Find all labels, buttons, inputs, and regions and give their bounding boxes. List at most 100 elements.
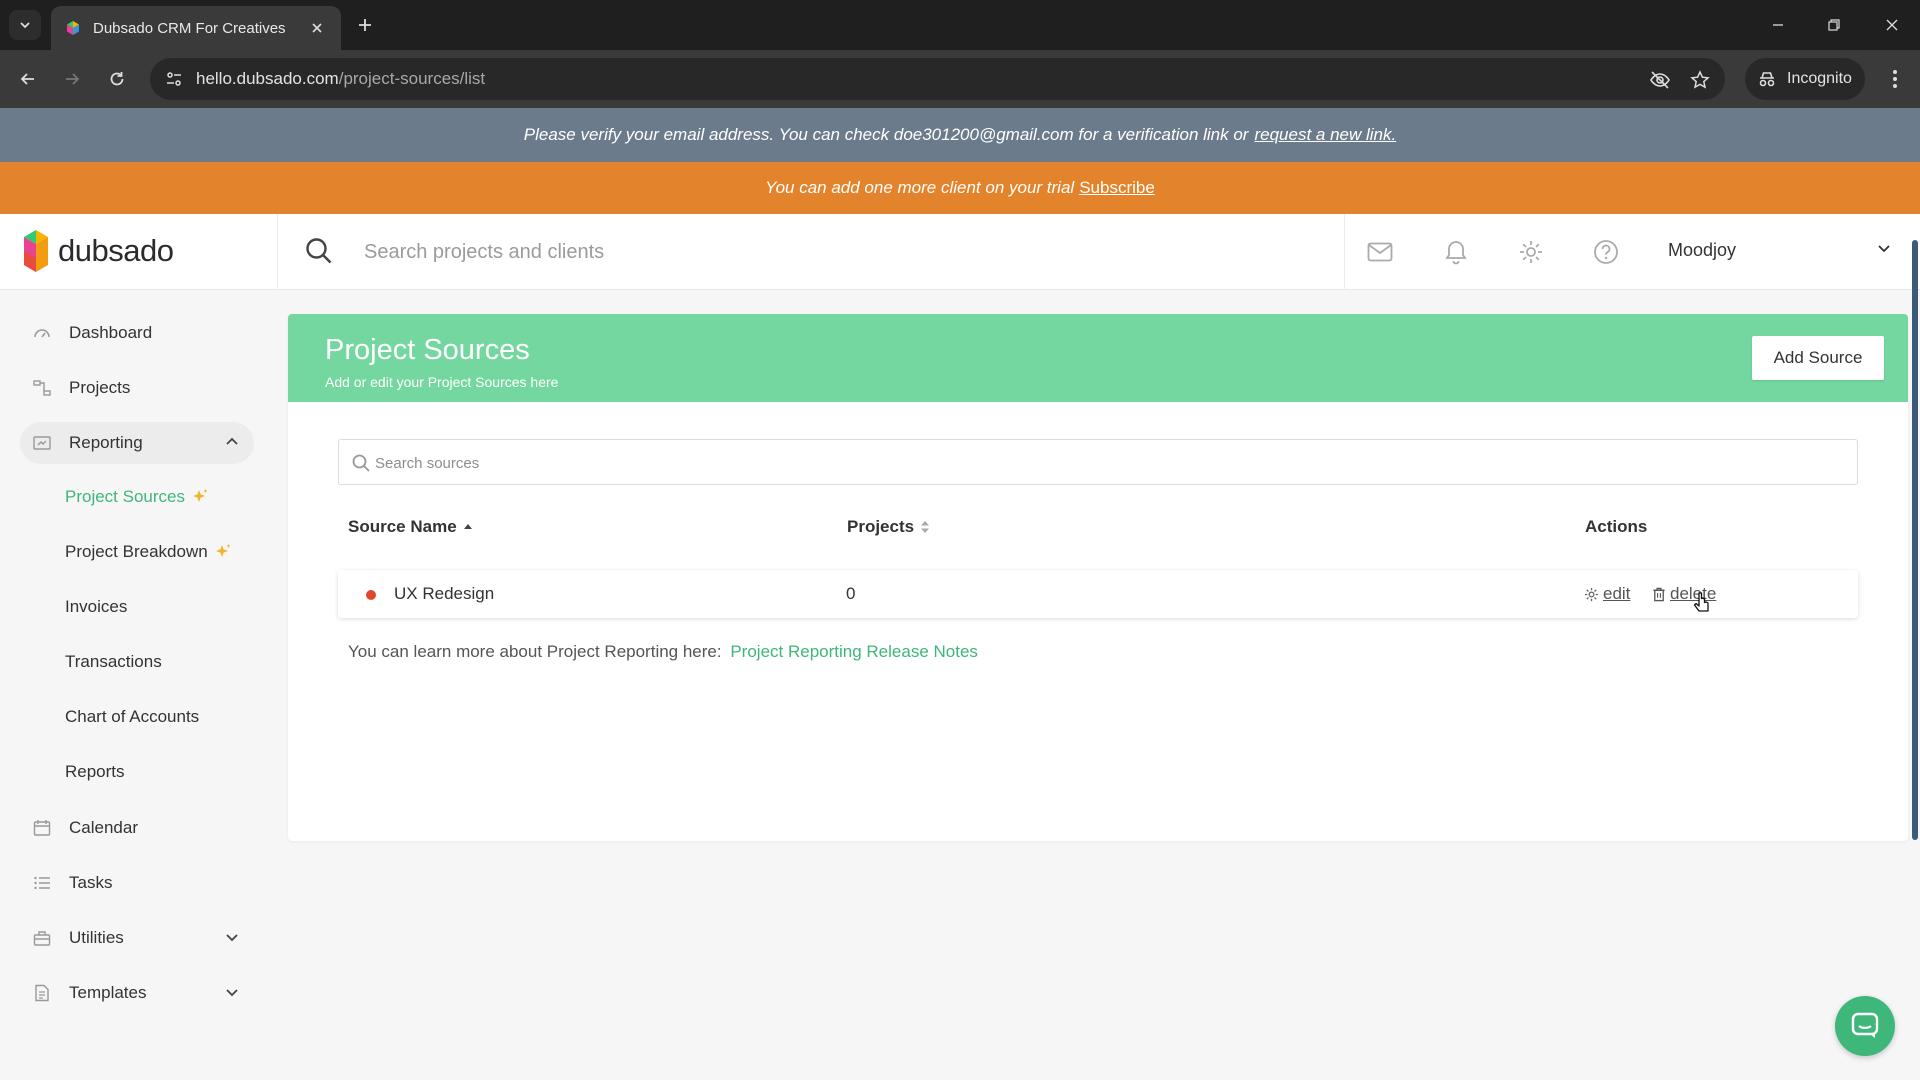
sidebar-item-label: Tasks (69, 873, 113, 892)
search-icon (352, 454, 370, 472)
projects-flow-icon (32, 378, 52, 398)
sidebar-sub-reports[interactable]: Reports (65, 757, 125, 787)
incognito-indicator[interactable]: Incognito (1745, 58, 1865, 100)
tab-close-button[interactable] (307, 18, 327, 38)
plus-icon (359, 19, 371, 31)
tasks-list-icon (32, 873, 52, 893)
tracking-protection-icon[interactable] (1647, 67, 1673, 93)
sidebar-sub-label: Reports (65, 762, 125, 781)
source-search-box (338, 439, 1858, 485)
release-notes-link[interactable]: Project Reporting Release Notes (730, 642, 978, 661)
tab-title: Dubsado CRM For Creatives (93, 19, 286, 37)
address-bar[interactable]: hello.dubsado.com/project-sources/list (150, 58, 1725, 100)
browser-tab-active[interactable]: Dubsado CRM For Creatives (51, 6, 341, 50)
sidebar-sub-label: Transactions (65, 652, 162, 671)
sidebar-item-label: Calendar (69, 818, 138, 837)
reload-button[interactable] (102, 64, 132, 94)
add-source-button[interactable]: Add Source (1752, 336, 1884, 380)
close-icon (1886, 19, 1898, 31)
close-window-button[interactable] (1872, 10, 1912, 40)
learn-more-label: You can learn more about Project Reporti… (348, 642, 722, 661)
sidebar-sub-transactions[interactable]: Transactions (65, 647, 162, 677)
site-info-icon[interactable] (162, 67, 186, 91)
toolbox-icon (32, 928, 52, 948)
minimize-button[interactable] (1758, 10, 1798, 40)
settings-button[interactable] (1515, 236, 1547, 268)
chevron-down-icon[interactable] (1876, 240, 1892, 256)
column-header-label: Projects (847, 517, 915, 536)
browser-menu-button[interactable] (1880, 64, 1910, 94)
subscribe-link[interactable]: Subscribe (1079, 178, 1155, 198)
sidebar-sub-invoices[interactable]: Invoices (65, 592, 127, 622)
source-search-input[interactable] (375, 448, 1775, 478)
arrow-right-icon (66, 73, 80, 85)
request-new-link[interactable]: request a new link. (1254, 125, 1396, 145)
mail-icon (1367, 242, 1393, 262)
project-sources-card: Project Sources Add or edit your Project… (288, 314, 1908, 841)
chevron-down-icon (226, 989, 238, 997)
help-circle-icon (1594, 240, 1618, 264)
browser-toolbar: hello.dubsado.com/project-sources/list I… (0, 50, 1920, 108)
column-header-label: Source Name (348, 517, 457, 536)
new-tab-button[interactable] (352, 12, 378, 38)
chat-bubble-icon (1851, 1012, 1879, 1038)
sidebar-item-dashboard[interactable]: Dashboard (20, 312, 254, 354)
sidebar-item-label: Reporting (69, 433, 143, 452)
sidebar-item-templates[interactable]: Templates (20, 972, 254, 1014)
forward-button[interactable] (57, 64, 87, 94)
sidebar-item-label: Dashboard (69, 323, 153, 342)
sidebar-item-calendar[interactable]: Calendar (20, 807, 254, 849)
chevron-down-icon (20, 22, 30, 29)
minimize-icon (1773, 24, 1783, 26)
trash-icon (1653, 587, 1665, 601)
back-button[interactable] (13, 64, 43, 94)
sidebar-sub-project-sources[interactable]: Project Sources (65, 482, 209, 512)
dubsado-logo-icon (24, 230, 48, 272)
url-text: hello.dubsado.com/project-sources/list (196, 69, 485, 89)
sidebar-item-tasks[interactable]: Tasks (20, 862, 254, 904)
url-path: /project-sources/list (338, 69, 486, 88)
incognito-label: Incognito (1787, 70, 1852, 87)
edit-source-link[interactable]: edit (1584, 584, 1630, 604)
notifications-button[interactable] (1440, 236, 1472, 268)
sidebar-item-reporting[interactable]: Reporting (20, 422, 254, 464)
user-menu-name[interactable]: Moodjoy (1668, 240, 1736, 261)
sidebar-sub-label: Project Sources (65, 487, 185, 506)
global-search (277, 214, 1345, 290)
global-search-input[interactable] (364, 232, 1264, 272)
calendar-icon (32, 818, 52, 838)
sidebar-item-projects[interactable]: Projects (20, 367, 254, 409)
sidebar-sub-chart-of-accounts[interactable]: Chart of Accounts (65, 702, 199, 732)
restore-button[interactable] (1814, 10, 1854, 40)
column-header-source-name[interactable]: Source Name (348, 517, 473, 537)
messages-button[interactable] (1364, 236, 1396, 268)
tab-search-button[interactable] (9, 10, 41, 40)
browser-tabbar: Dubsado CRM For Creatives (0, 0, 1920, 50)
mouse-pointer-icon (1693, 592, 1709, 612)
chat-support-button[interactable] (1835, 996, 1895, 1056)
page-scrollbar[interactable] (1912, 240, 1918, 840)
source-color-dot (366, 590, 376, 600)
bookmark-star-icon[interactable] (1687, 67, 1713, 93)
help-button[interactable] (1590, 236, 1622, 268)
sidebar-item-label: Utilities (69, 928, 124, 947)
incognito-icon (1759, 72, 1775, 87)
bell-icon (1445, 241, 1467, 265)
sparkle-icon (215, 544, 231, 557)
card-header: Project Sources Add or edit your Project… (288, 314, 1908, 402)
reload-icon (110, 72, 124, 86)
column-header-projects[interactable]: Projects (847, 517, 930, 537)
arrow-left-icon (20, 73, 34, 85)
gear-icon (1520, 241, 1542, 263)
gear-icon (1584, 587, 1599, 601)
dubsado-logo[interactable]: dubsado (22, 228, 174, 274)
table-row: UX Redesign 0 edit delete (338, 570, 1858, 618)
app-header: dubsado Moodjoy (0, 214, 1920, 290)
url-host: hello.dubsado.com (196, 69, 339, 88)
sidebar-sub-project-breakdown[interactable]: Project Breakdown (65, 537, 232, 567)
sidebar-item-utilities[interactable]: Utilities (20, 917, 254, 959)
verify-email-banner: Please verify your email address. You ca… (0, 108, 1920, 162)
source-projects-cell: 0 (846, 584, 856, 603)
sidebar: Dashboard Projects Reporting Project Sou… (0, 290, 270, 1080)
verify-email-text: Please verify your email address. You ca… (523, 125, 1249, 144)
